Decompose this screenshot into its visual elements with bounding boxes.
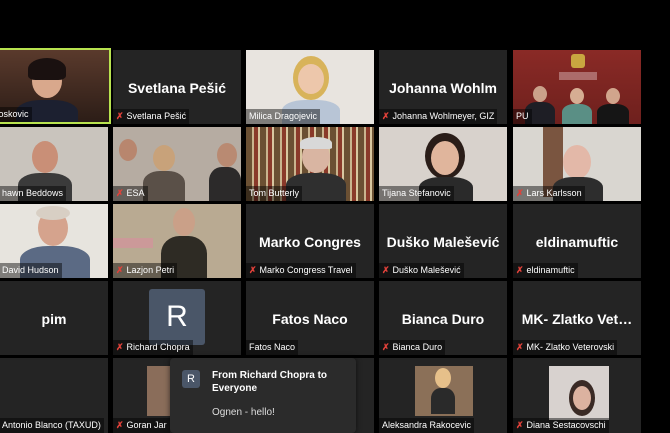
participant-tile[interactable]: R ✗ Richard Chopra bbox=[113, 281, 241, 355]
participant-name: a Boskovic bbox=[0, 107, 32, 122]
participant-tile[interactable]: hawn Beddows bbox=[0, 127, 108, 201]
mic-muted-icon: ✗ bbox=[382, 342, 390, 352]
participant-tile[interactable]: pim bbox=[0, 281, 108, 355]
participant-tile[interactable]: Fatos Naco Fatos Naco bbox=[246, 281, 374, 355]
participant-name: Antonio Blanco (TAXUD) bbox=[0, 418, 104, 433]
mic-muted-icon: ✗ bbox=[382, 265, 390, 275]
participant-name: ✗ Duško Malešević bbox=[379, 263, 464, 278]
participant-display-name: eldinamuftic bbox=[535, 234, 619, 250]
participant-name: ✗ Marko Congress Travel bbox=[246, 263, 356, 278]
participant-display-name: Svetlana Pešić bbox=[127, 80, 227, 96]
participant-name: ✗ Goran Jar bbox=[113, 418, 170, 433]
participant-name: David Hudson bbox=[0, 263, 62, 278]
participant-tile[interactable]: PU bbox=[513, 50, 641, 124]
mic-muted-icon: ✗ bbox=[116, 111, 124, 121]
participant-tile[interactable]: ✗ Lars Karlsson bbox=[513, 127, 641, 201]
participant-name: ✗ Svetlana Pešić bbox=[113, 109, 190, 124]
participant-tile[interactable]: Tom Butterly bbox=[246, 127, 374, 201]
participant-name: ✗ Richard Chopra bbox=[113, 340, 193, 355]
mic-muted-icon: ✗ bbox=[382, 111, 390, 121]
participant-tile[interactable]: a Boskovic bbox=[0, 48, 111, 124]
participant-display-name: Marko Congres bbox=[259, 234, 361, 250]
mic-muted-icon: ✗ bbox=[516, 342, 524, 352]
participant-display-name: pim bbox=[41, 311, 67, 327]
participant-tile[interactable]: ✗ ESA bbox=[113, 127, 241, 201]
participant-name: PU bbox=[513, 109, 532, 124]
participant-tile[interactable]: Aleksandra Rakocevic bbox=[379, 358, 507, 433]
participant-name: ✗ Johanna Wohlmeyer, GIZ bbox=[379, 109, 498, 124]
participant-name: ✗ ESA bbox=[113, 186, 148, 201]
participant-name: ✗ MK- Zlatko Veterovski bbox=[513, 340, 618, 355]
participant-tile[interactable]: ✗ Lazjon Petri bbox=[113, 204, 241, 278]
participant-display-name: Fatos Naco bbox=[272, 311, 348, 327]
participant-name: ✗ Lars Karlsson bbox=[513, 186, 585, 201]
mic-muted-icon: ✗ bbox=[116, 342, 124, 352]
sender-avatar: R bbox=[182, 370, 200, 388]
participant-name: hawn Beddows bbox=[0, 186, 67, 201]
participant-video bbox=[513, 50, 641, 124]
mic-muted-icon: ✗ bbox=[249, 265, 257, 275]
participant-name: Tijana Stefanovic bbox=[379, 186, 454, 201]
participant-tile[interactable]: Antonio Blanco (TAXUD) bbox=[0, 358, 108, 433]
participant-name: ✗ Bianca Duro bbox=[379, 340, 446, 355]
participant-tile[interactable]: Marko Congres ✗ Marko Congress Travel bbox=[246, 204, 374, 278]
participant-display-name: MK- Zlatko Vet… bbox=[521, 311, 633, 327]
participant-name: ✗ Lazjon Petri bbox=[113, 263, 178, 278]
avatar: R bbox=[149, 289, 205, 345]
mic-muted-icon: ✗ bbox=[116, 188, 124, 198]
participant-name: ✗ eldinamuftic bbox=[513, 263, 578, 278]
participant-tile[interactable]: Svetlana Pešić ✗ Svetlana Pešić bbox=[113, 50, 241, 124]
chat-notification[interactable]: R From Richard Chopra to Everyone Ognen … bbox=[170, 358, 356, 433]
mic-muted-icon: ✗ bbox=[116, 420, 124, 430]
participant-tile[interactable]: Duško Malešević ✗ Duško Malešević bbox=[379, 204, 507, 278]
mic-muted-icon: ✗ bbox=[116, 265, 124, 275]
participant-display-name: Bianca Duro bbox=[401, 311, 485, 327]
mic-muted-icon: ✗ bbox=[516, 420, 524, 430]
participant-tile[interactable]: eldinamuftic ✗ eldinamuftic bbox=[513, 204, 641, 278]
participant-name: ✗ Diana Sestacovschi bbox=[513, 418, 609, 433]
participant-tile[interactable]: Bianca Duro ✗ Bianca Duro bbox=[379, 281, 507, 355]
participant-name: Milica Dragojevic bbox=[246, 109, 321, 124]
participant-tile[interactable]: ✗ Diana Sestacovschi bbox=[513, 358, 641, 433]
participant-tile[interactable]: David Hudson bbox=[0, 204, 108, 278]
participant-tile[interactable]: Johanna Wohlm ✗ Johanna Wohlmeyer, GIZ bbox=[379, 50, 507, 124]
mic-muted-icon: ✗ bbox=[516, 265, 524, 275]
participant-name: Aleksandra Rakocevic bbox=[379, 418, 475, 433]
participant-name: Fatos Naco bbox=[246, 340, 299, 355]
mic-muted-icon: ✗ bbox=[516, 188, 524, 198]
participant-tile[interactable]: MK- Zlatko Vet… ✗ MK- Zlatko Veterovski bbox=[513, 281, 641, 355]
chat-sender: From Richard Chopra to Everyone bbox=[212, 370, 328, 394]
participant-name: Tom Butterly bbox=[246, 186, 303, 201]
participant-tile[interactable]: Milica Dragojevic bbox=[246, 50, 374, 124]
chat-message: Ognen - hello! bbox=[212, 407, 275, 418]
participant-display-name: Johanna Wohlm bbox=[389, 80, 497, 96]
emblem-icon bbox=[571, 54, 585, 68]
participant-tile[interactable]: Tijana Stefanovic bbox=[379, 127, 507, 201]
participant-display-name: Duško Malešević bbox=[386, 234, 500, 250]
